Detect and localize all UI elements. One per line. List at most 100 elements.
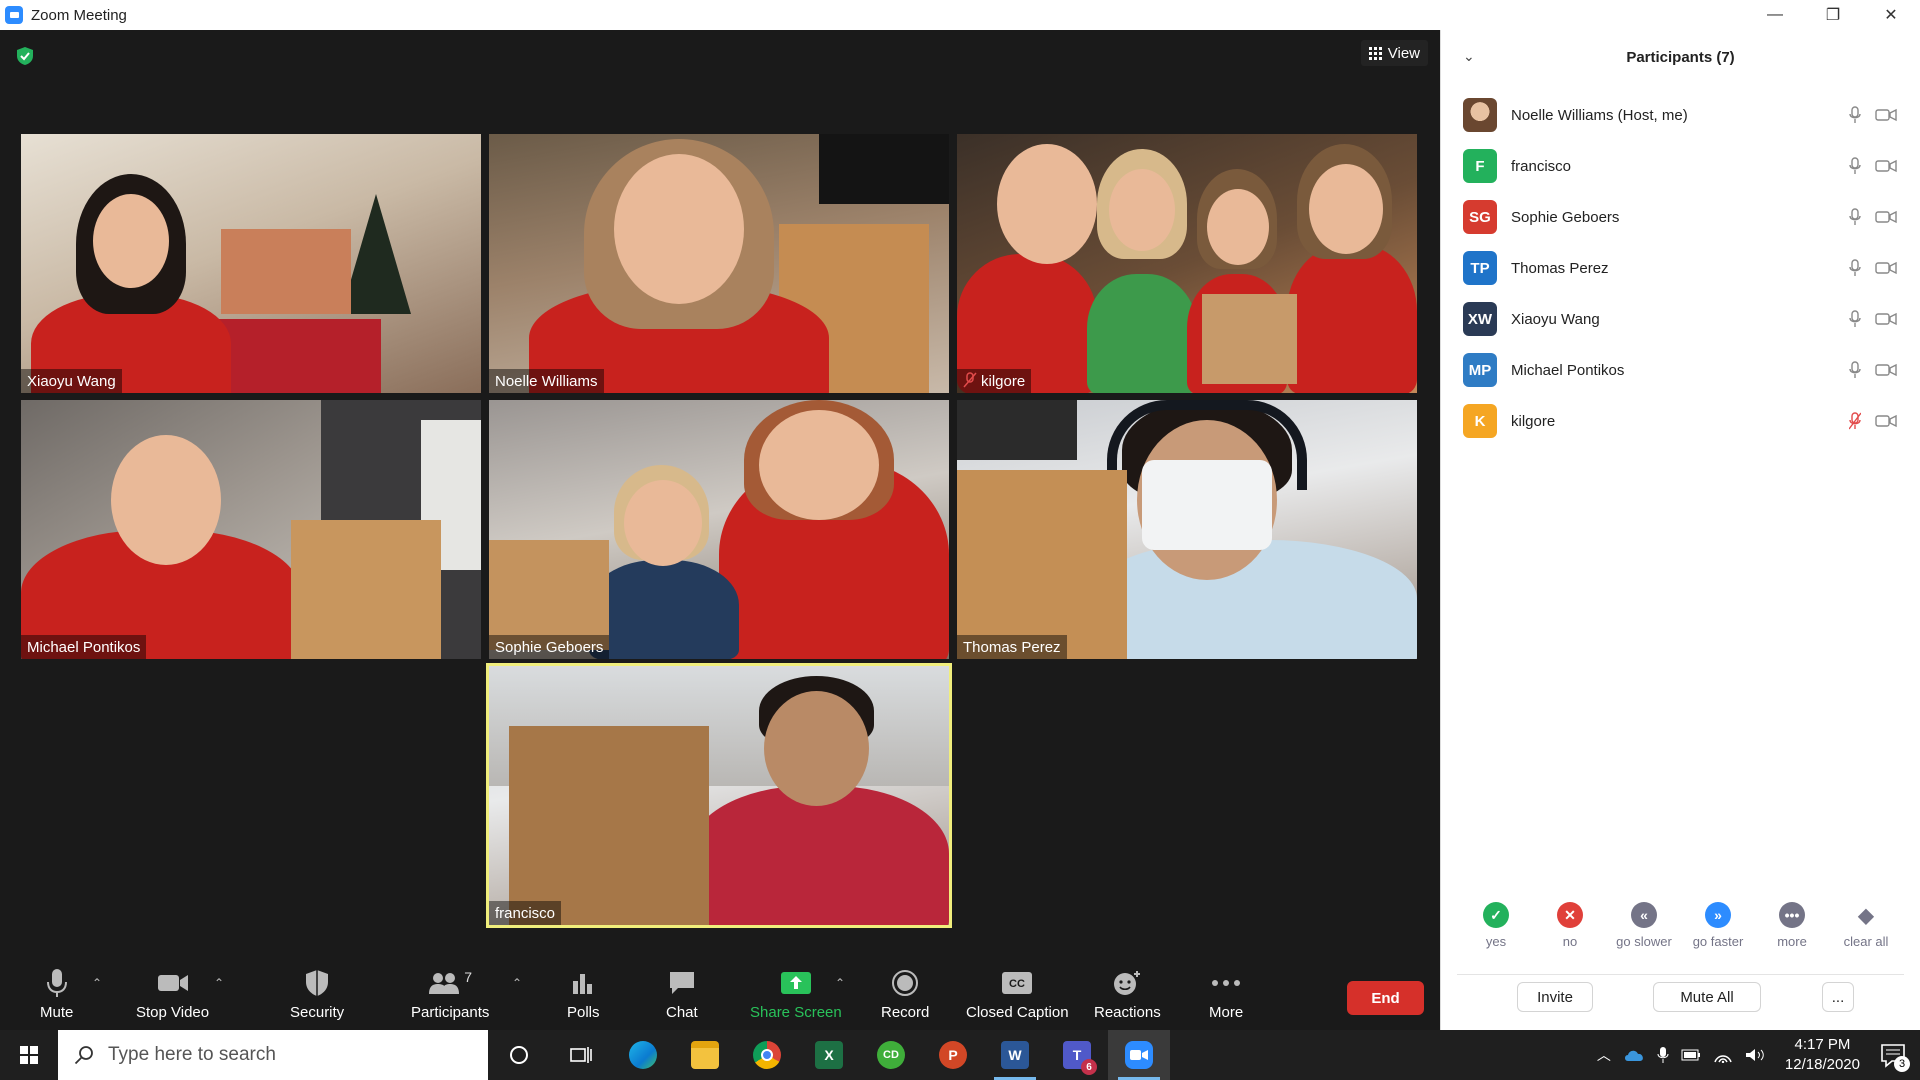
microphone-icon[interactable] <box>1849 310 1861 328</box>
taskbar-search-box[interactable]: Type here to search <box>58 1030 488 1080</box>
view-button[interactable]: View <box>1360 40 1428 66</box>
edge-icon <box>629 1041 657 1069</box>
participant-row[interactable]: XW Xiaoyu Wang <box>1463 302 1903 336</box>
video-tile-noelle-williams[interactable]: Noelle Williams <box>489 134 949 393</box>
video-tile-xiaoyu-wang[interactable]: Xiaoyu Wang <box>21 134 481 393</box>
search-placeholder: Type here to search <box>108 1044 276 1065</box>
feedback-go-faster-button[interactable]: » go faster <box>1683 902 1753 966</box>
tray-microphone-icon[interactable] <box>1657 1046 1669 1064</box>
feedback-no-button[interactable]: ✕ no <box>1535 902 1605 966</box>
video-tile-kilgore[interactable]: kilgore <box>957 134 1417 393</box>
video-camera-icon[interactable] <box>1875 261 1897 275</box>
participant-row[interactable]: Ffrancisco <box>1463 149 1903 183</box>
task-view-icon <box>570 1047 592 1063</box>
task-view-button[interactable] <box>550 1030 612 1080</box>
video-camera-icon[interactable] <box>1875 159 1897 173</box>
security-button[interactable]: Security <box>290 968 344 1021</box>
wifi-icon[interactable] <box>1713 1047 1733 1063</box>
video-camera-icon[interactable] <box>1875 363 1897 377</box>
participant-avatar: SG <box>1463 200 1497 234</box>
end-meeting-button[interactable]: End <box>1347 981 1424 1015</box>
participant-row[interactable]: MP Michael Pontikos <box>1463 353 1903 387</box>
participant-row[interactable]: Noelle Williams (Host, me) <box>1463 98 1903 132</box>
encryption-shield-icon[interactable] <box>16 46 34 66</box>
teams-badge: 6 <box>1081 1059 1097 1075</box>
feedback-yes-button[interactable]: ✓ yes <box>1461 902 1531 966</box>
video-options-caret-icon[interactable]: ⌃ <box>214 976 224 990</box>
windows-taskbar: Type here to search X CD P W T 6 ︿ 4:17 … <box>0 1030 1920 1080</box>
shield-icon <box>305 968 329 998</box>
onedrive-cloud-icon[interactable] <box>1623 1048 1645 1062</box>
microphone-icon[interactable] <box>1849 259 1861 277</box>
grid-icon <box>1368 46 1382 60</box>
close-button[interactable]: ✕ <box>1862 0 1920 30</box>
taskbar-chrome[interactable] <box>736 1030 798 1080</box>
polls-button[interactable]: Polls <box>567 968 600 1021</box>
video-tile-sophie-geboers[interactable]: Sophie Geboers <box>489 400 949 659</box>
participant-row[interactable]: SG Sophie Geboers <box>1463 200 1903 234</box>
feedback-label: no <box>1562 934 1578 949</box>
action-center-button[interactable]: 3 <box>1880 1042 1910 1072</box>
title-bar: Zoom Meeting <box>0 0 1440 30</box>
taskbar-edge[interactable] <box>612 1030 674 1080</box>
feedback-more-button[interactable]: ••• more <box>1757 902 1827 966</box>
panel-more-button[interactable]: ... <box>1822 982 1854 1012</box>
speaker-volume-icon[interactable] <box>1745 1047 1765 1063</box>
taskbar-clock[interactable]: 4:17 PM 12/18/2020 <box>1785 1035 1860 1075</box>
feedback-label: yes <box>1485 934 1507 949</box>
word-icon: W <box>1001 1041 1029 1069</box>
chevron-up-icon[interactable]: ︿ <box>1597 1045 1611 1065</box>
video-tile-michael-pontikos[interactable]: Michael Pontikos <box>21 400 481 659</box>
record-button[interactable]: Record <box>881 968 929 1021</box>
share-options-caret-icon[interactable]: ⌃ <box>835 976 845 990</box>
muted-mic-icon[interactable] <box>1849 412 1861 430</box>
view-label: View <box>1387 44 1420 62</box>
microphone-icon[interactable] <box>1849 106 1861 124</box>
closed-caption-button[interactable]: CC Closed Caption <box>966 968 1069 1021</box>
taskbar-cd-app[interactable]: CD <box>860 1030 922 1080</box>
participant-row[interactable]: TP Thomas Perez <box>1463 251 1903 285</box>
video-camera-icon[interactable] <box>1875 414 1897 428</box>
video-camera-icon[interactable] <box>1875 210 1897 224</box>
mute-button[interactable]: Mute <box>40 968 73 1021</box>
panel-title: Participants (7) <box>1626 48 1735 66</box>
feedback-clear-all-button[interactable]: ◆ clear all <box>1831 902 1901 966</box>
video-camera-icon[interactable] <box>1875 312 1897 326</box>
video-tile-thomas-perez[interactable]: Thomas Perez <box>957 400 1417 659</box>
participant-avatar: MP <box>1463 353 1497 387</box>
more-button[interactable]: More <box>1209 968 1243 1021</box>
microphone-icon[interactable] <box>1849 157 1861 175</box>
share-screen-button[interactable]: Share Screen <box>750 968 842 1021</box>
taskbar-teams[interactable]: T 6 <box>1046 1030 1108 1080</box>
chat-button[interactable]: Chat <box>666 968 698 1021</box>
mute-options-caret-icon[interactable]: ⌃ <box>92 976 102 990</box>
participant-avatar: K <box>1463 404 1497 438</box>
reactions-button[interactable]: Reactions <box>1094 968 1161 1021</box>
taskbar-word[interactable]: W <box>984 1030 1046 1080</box>
excel-icon: X <box>815 1041 843 1069</box>
taskbar-powerpoint[interactable]: P <box>922 1030 984 1080</box>
microphone-icon[interactable] <box>1849 208 1861 226</box>
mute-all-button[interactable]: Mute All <box>1653 982 1761 1012</box>
restore-button[interactable]: ❐ <box>1804 0 1862 30</box>
invite-button[interactable]: Invite <box>1517 982 1593 1012</box>
participant-name: kilgore <box>1511 412 1556 430</box>
collapse-chevron-icon[interactable]: ⌄ <box>1463 48 1475 65</box>
taskbar-file-explorer[interactable] <box>674 1030 736 1080</box>
battery-icon[interactable] <box>1681 1049 1701 1061</box>
microphone-icon[interactable] <box>1849 361 1861 379</box>
minimize-button[interactable]: — <box>1746 0 1804 30</box>
taskbar-excel[interactable]: X <box>798 1030 860 1080</box>
participants-options-caret-icon[interactable]: ⌃ <box>512 976 522 990</box>
feedback-go-slower-button[interactable]: « go slower <box>1609 902 1679 966</box>
panel-header: ⌄ Participants (7) <box>1441 30 1920 84</box>
video-tile-francisco[interactable]: francisco <box>486 663 952 928</box>
start-button[interactable] <box>0 1030 58 1080</box>
participant-row[interactable]: Kkilgore <box>1463 404 1903 438</box>
stop-video-button[interactable]: Stop Video <box>136 968 209 1021</box>
video-camera-icon[interactable] <box>1875 108 1897 122</box>
cortana-button[interactable] <box>488 1030 550 1080</box>
feedback-label: go slower <box>1616 934 1672 949</box>
taskbar-zoom[interactable] <box>1108 1030 1170 1080</box>
participants-button[interactable]: 7 Participants <box>411 968 489 1021</box>
